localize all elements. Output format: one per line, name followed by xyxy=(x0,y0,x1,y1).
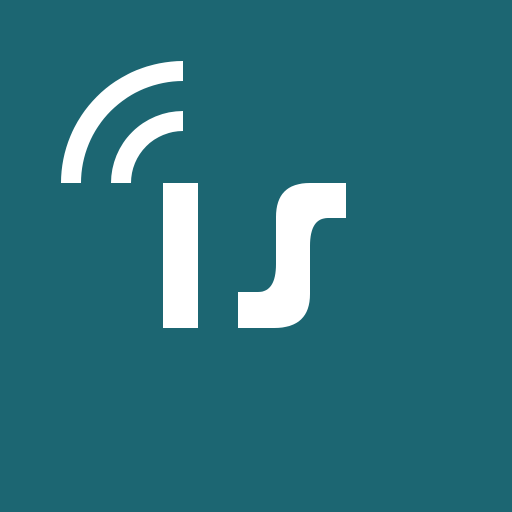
icon-background xyxy=(0,0,512,512)
app-icon-tile xyxy=(0,0,512,512)
logo-letter-i xyxy=(163,183,198,328)
is-logo xyxy=(0,0,512,512)
